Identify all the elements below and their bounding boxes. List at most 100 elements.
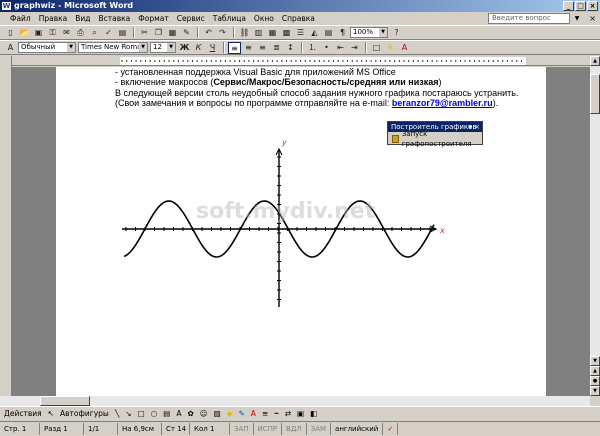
- arrow-tool-icon[interactable]: ↘: [125, 409, 131, 418]
- diagram-icon[interactable]: ✿: [188, 409, 194, 418]
- new-icon[interactable]: ▯: [4, 27, 17, 39]
- open-icon[interactable]: 📂: [18, 27, 31, 39]
- menu-table[interactable]: Таблица: [209, 12, 250, 25]
- maximize-button[interactable]: □: [575, 1, 586, 11]
- rectangle-tool-icon[interactable]: □: [138, 409, 145, 418]
- autoshapes-menu[interactable]: Автофигуры: [60, 409, 109, 418]
- status-track[interactable]: ИСПР: [254, 423, 283, 435]
- status-overtype[interactable]: ЗАМ: [307, 423, 332, 435]
- chevron-down-icon[interactable]: ▼: [67, 43, 75, 52]
- help-dropdown-icon[interactable]: ▼: [573, 14, 581, 23]
- draw-font-color-icon[interactable]: A: [251, 409, 256, 418]
- menu-format[interactable]: Формат: [134, 12, 172, 25]
- justify-icon[interactable]: ≣: [270, 42, 283, 54]
- status-language[interactable]: английский: [331, 423, 384, 435]
- menu-file[interactable]: Файл: [6, 12, 35, 25]
- menu-help[interactable]: Справка: [278, 12, 319, 25]
- minimize-button[interactable]: _: [563, 1, 574, 11]
- align-right-icon[interactable]: ≡: [256, 42, 269, 54]
- vertical-scroll-thumb[interactable]: [590, 74, 600, 114]
- font-select[interactable]: Times New Roman ▼: [78, 42, 148, 53]
- status-record[interactable]: ЗАП: [230, 423, 254, 435]
- copy-icon[interactable]: ❐: [152, 27, 165, 39]
- textbox-tool-icon[interactable]: ▤: [163, 409, 170, 418]
- spelling-status-icon[interactable]: ✓: [383, 423, 399, 435]
- status-extend[interactable]: ВДЛ: [282, 423, 307, 435]
- chevron-down-icon[interactable]: ▼: [139, 43, 147, 52]
- chevron-down-icon[interactable]: ▼: [379, 28, 387, 37]
- paste-icon[interactable]: ▦: [166, 27, 179, 39]
- insert-table-icon[interactable]: ▦: [266, 27, 279, 39]
- launch-graph-builder-button[interactable]: Запуск графопостроителя: [390, 130, 480, 148]
- research-icon[interactable]: ▤: [116, 27, 129, 39]
- picture-icon[interactable]: ▨: [214, 409, 221, 418]
- menu-edit[interactable]: Правка: [35, 12, 72, 25]
- chevron-down-icon[interactable]: ▼: [167, 43, 175, 52]
- italic-icon[interactable]: К: [192, 42, 205, 54]
- permission-icon[interactable]: ⚿: [46, 27, 59, 39]
- undo-icon[interactable]: ↶: [202, 27, 215, 39]
- redo-icon[interactable]: ↷: [216, 27, 229, 39]
- word-app-icon[interactable]: W: [2, 2, 11, 10]
- preview-icon[interactable]: ⌕: [88, 27, 101, 39]
- line-color-icon[interactable]: ✎: [239, 409, 245, 418]
- scroll-up-icon[interactable]: ▲: [590, 56, 600, 66]
- menu-window[interactable]: Окно: [250, 12, 278, 25]
- line-tool-icon[interactable]: ╲: [115, 409, 120, 418]
- dash-style-icon[interactable]: ┅: [274, 409, 279, 418]
- 3d-icon[interactable]: ◧: [310, 409, 317, 418]
- zoom-select[interactable]: 100% ▼: [350, 27, 388, 38]
- print-icon[interactable]: ⎙: [74, 27, 87, 39]
- help-search-input[interactable]: Введите вопрос: [488, 13, 570, 24]
- browse-object-icon[interactable]: ●: [590, 376, 600, 386]
- drawing-icon[interactable]: ◭: [308, 27, 321, 39]
- align-center-icon[interactable]: ≡: [242, 42, 255, 54]
- arrow-style-icon[interactable]: ⇄: [285, 409, 291, 418]
- increase-indent-icon[interactable]: ⇥: [348, 42, 361, 54]
- decrease-indent-icon[interactable]: ⇤: [334, 42, 347, 54]
- line-spacing-icon[interactable]: ↕: [284, 42, 297, 54]
- shadow-icon[interactable]: ▣: [297, 409, 304, 418]
- document-page[interactable]: - установленная поддержка Visual Basic д…: [56, 67, 546, 396]
- horizontal-ruler[interactable]: [12, 56, 590, 66]
- close-button[interactable]: ×: [587, 1, 598, 11]
- styles-pane-icon[interactable]: A: [4, 42, 17, 54]
- numbering-icon[interactable]: ⒈: [306, 42, 319, 54]
- bold-icon[interactable]: Ж: [178, 42, 191, 54]
- prev-page-icon[interactable]: ▲: [590, 366, 600, 376]
- oval-tool-icon[interactable]: ○: [151, 409, 158, 418]
- bullets-icon[interactable]: •: [320, 42, 333, 54]
- fill-color-icon[interactable]: ◆: [227, 409, 233, 418]
- highlight-icon[interactable]: ✎: [384, 42, 397, 54]
- next-page-icon[interactable]: ▼: [590, 386, 600, 396]
- style-select[interactable]: Обычный ▼: [18, 42, 76, 53]
- document-close-icon[interactable]: ×: [589, 14, 596, 23]
- docmap-icon[interactable]: ▤: [322, 27, 335, 39]
- email-icon[interactable]: ✉: [60, 27, 73, 39]
- font-color-icon[interactable]: A: [398, 42, 411, 54]
- help-icon[interactable]: ?: [390, 27, 403, 39]
- vertical-scrollbar[interactable]: ▲ ▼ ▲ ● ▼: [590, 56, 600, 396]
- align-left-icon[interactable]: ≡: [228, 41, 241, 54]
- columns-icon[interactable]: ☰: [294, 27, 307, 39]
- cut-icon[interactable]: ✂: [138, 27, 151, 39]
- scroll-down-icon[interactable]: ▼: [590, 356, 600, 366]
- menu-insert[interactable]: Вставка: [95, 12, 135, 25]
- menu-view[interactable]: Вид: [71, 12, 94, 25]
- hyperlink-icon[interactable]: ⛓: [238, 27, 251, 39]
- menu-tools[interactable]: Сервис: [173, 12, 209, 25]
- spelling-icon[interactable]: ✓: [102, 27, 115, 39]
- tables-icon[interactable]: ▥: [252, 27, 265, 39]
- draw-actions-menu[interactable]: Действия: [4, 409, 42, 418]
- format-painter-icon[interactable]: ✎: [180, 27, 193, 39]
- toolbar-options-icon[interactable]: ▾ ×: [468, 122, 480, 132]
- graph-builder-title[interactable]: Построитель графиков ▾ ×: [388, 122, 482, 132]
- save-icon[interactable]: ▣: [32, 27, 45, 39]
- select-objects-icon[interactable]: ↖: [48, 409, 54, 418]
- line-style-icon[interactable]: ≡: [262, 409, 268, 418]
- clipart-icon[interactable]: ☺: [200, 409, 208, 418]
- border-icon[interactable]: □: [370, 42, 383, 54]
- horizontal-scrollbar[interactable]: [0, 396, 590, 406]
- show-all-icon[interactable]: ¶: [336, 27, 349, 39]
- wordart-icon[interactable]: A: [176, 409, 181, 418]
